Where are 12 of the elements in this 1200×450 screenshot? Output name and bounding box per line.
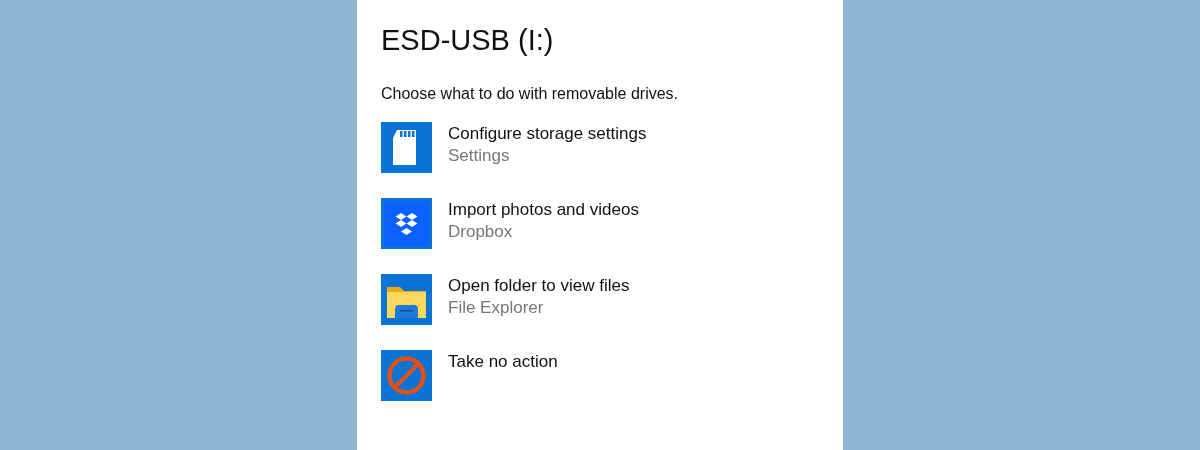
- option-label[interactable]: Configure storage settings: [448, 122, 647, 145]
- prompt-text: Choose what to do with removable drives.: [381, 83, 680, 104]
- app-name: Dropbox: [448, 220, 514, 243]
- dialog-title: ESD-USB (I:): [381, 23, 555, 58]
- app-name: Settings: [448, 144, 511, 167]
- folder-icon[interactable]: [381, 273, 432, 325]
- app-name: File Explorer: [448, 296, 545, 319]
- sd-card-icon[interactable]: [381, 121, 432, 173]
- option-label[interactable]: Open folder to view files: [448, 274, 630, 297]
- option-label[interactable]: Take no action: [448, 350, 558, 373]
- dropbox-icon[interactable]: [381, 197, 432, 249]
- option-label[interactable]: Import photos and videos: [448, 198, 639, 221]
